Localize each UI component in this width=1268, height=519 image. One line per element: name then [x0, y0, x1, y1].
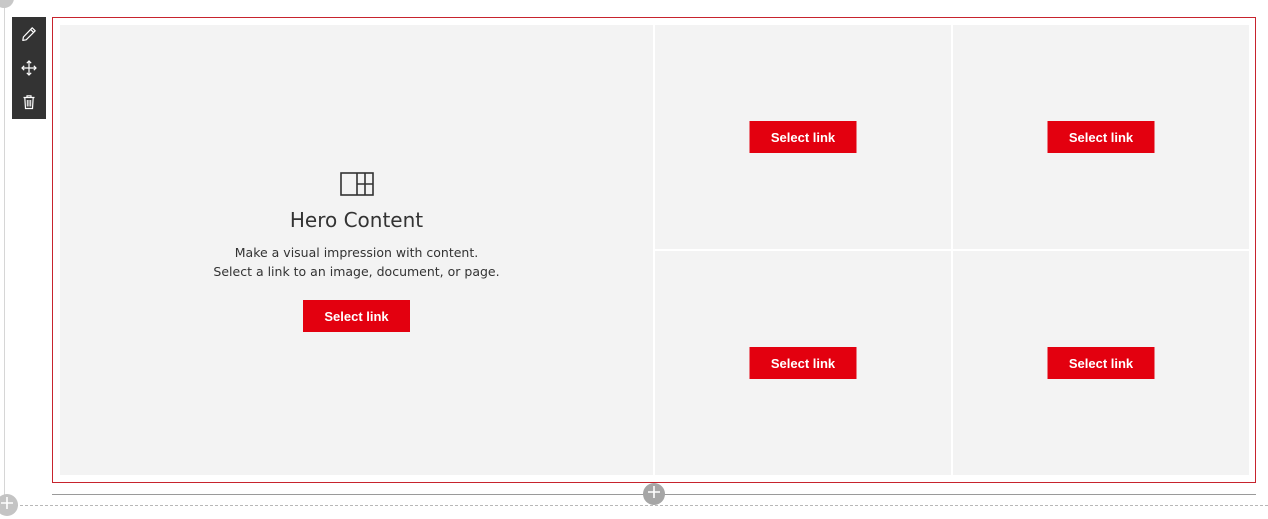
hero-tile-top-right: Select link [953, 25, 1249, 249]
move-icon [21, 60, 37, 76]
delete-icon [21, 94, 37, 110]
hero-tile-main: Hero Content Make a visual impression wi… [60, 25, 653, 475]
add-webpart-button[interactable] [643, 483, 665, 505]
select-link-button[interactable]: Select link [749, 347, 857, 379]
select-link-button[interactable]: Select link [303, 300, 410, 332]
hero-tile-bottom-middle: Select link [655, 251, 951, 475]
hero-description: Make a visual impression with content. S… [213, 243, 499, 281]
webpart-toolbar [12, 17, 46, 119]
select-link-button[interactable]: Select link [1047, 121, 1155, 153]
left-rail [0, 0, 14, 505]
move-webpart-button[interactable] [12, 51, 46, 85]
hero-description-line1: Make a visual impression with content. [234, 245, 479, 260]
hero-grid: Hero Content Make a visual impression wi… [60, 25, 1249, 475]
hero-layout-icon [339, 172, 374, 201]
edit-webpart-button[interactable] [12, 17, 46, 51]
add-section-icon [0, 496, 14, 515]
hero-title: Hero Content [289, 208, 424, 232]
edit-icon [21, 26, 37, 42]
corner-dot [0, 0, 14, 8]
hero-tile-top-middle: Select link [655, 25, 951, 249]
select-link-button[interactable]: Select link [749, 121, 857, 153]
hero-tile-bottom-right: Select link [953, 251, 1249, 475]
add-section-button[interactable] [0, 494, 18, 516]
section-boundary [0, 505, 1268, 506]
hero-description-line2: Select a link to an image, document, or … [213, 264, 500, 279]
add-section-icon [647, 485, 661, 504]
select-link-button[interactable]: Select link [1047, 347, 1155, 379]
delete-webpart-button[interactable] [12, 85, 46, 119]
